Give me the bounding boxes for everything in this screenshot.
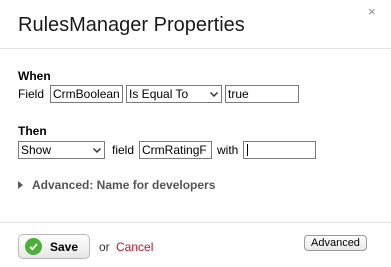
chevron-down-icon [92, 147, 102, 154]
dialog-title: RulesManager Properties [18, 14, 245, 36]
or-text: or [99, 240, 110, 254]
footer-divider [0, 222, 391, 223]
action-select[interactable]: Show [18, 141, 105, 159]
expand-triangle-icon [18, 181, 23, 189]
with-label: with [217, 143, 239, 157]
advanced-button[interactable]: Advanced [304, 235, 367, 251]
then-row: Show field CrmRatingF with [18, 141, 317, 159]
cancel-link[interactable]: Cancel [116, 240, 153, 254]
check-icon [25, 238, 42, 255]
properties-dialog: RulesManager Properties × When Field Crm… [0, 0, 391, 267]
when-field-input[interactable]: CrmBoolean [50, 85, 124, 103]
advanced-developer-name-toggle[interactable]: Advanced: Name for developers [18, 178, 215, 192]
save-button-label: Save [50, 239, 79, 254]
action-select-value: Show [21, 143, 52, 157]
title-divider [0, 48, 391, 49]
save-button[interactable]: Save [18, 234, 90, 259]
when-row: Field CrmBoolean Is Equal To true [18, 85, 300, 103]
with-value-input[interactable] [243, 141, 317, 159]
then-field-label: field [112, 143, 135, 157]
then-label: Then [18, 124, 47, 138]
when-field-label: Field [18, 87, 45, 101]
then-field-input[interactable]: CrmRatingF [139, 141, 213, 159]
operator-select[interactable]: Is Equal To [126, 85, 223, 103]
chevron-down-icon [209, 91, 219, 98]
compare-value-input[interactable]: true [225, 85, 300, 103]
operator-select-value: Is Equal To [129, 87, 189, 101]
when-label: When [18, 69, 51, 83]
close-icon[interactable]: × [368, 5, 376, 18]
advanced-toggle-label: Advanced: Name for developers [32, 178, 216, 192]
text-cursor [247, 144, 249, 156]
